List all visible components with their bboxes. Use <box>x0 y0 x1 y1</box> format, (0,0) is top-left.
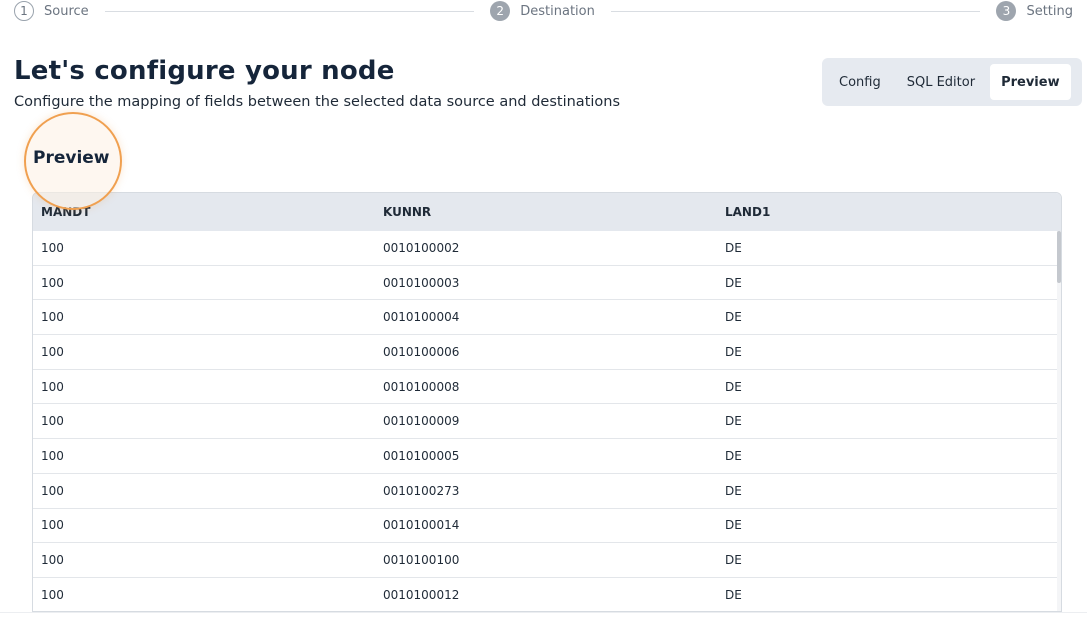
table-cell-kunnr: 0010100008 <box>383 379 460 394</box>
divider <box>0 612 1087 613</box>
table-body: 100 0010100002 DE 100 0010100003 DE 100 0010100… <box>33 231 1061 611</box>
table-row[interactable]: 100 0010100003 DE <box>33 266 1061 301</box>
view-tabs: Config SQL Editor Preview <box>822 58 1082 106</box>
scrollbar-thumb[interactable] <box>1057 231 1061 283</box>
table-cell-land1: DE <box>725 275 742 290</box>
step-destination[interactable]: 2 Destination <box>490 1 595 21</box>
table-row[interactable]: 100 0010100005 DE <box>33 439 1061 474</box>
step-connector <box>610 10 981 12</box>
preview-table: MANDT KUNNR LAND1 100 0010100002 DE 100 0010… <box>32 192 1062 612</box>
column-header-land1[interactable]: LAND1 <box>717 205 1061 219</box>
step-label-setting: Setting <box>1026 3 1074 19</box>
page-subtitle: Configure the mapping of fields between … <box>14 94 621 110</box>
table-cell-land1: DE <box>725 553 742 568</box>
step-setting[interactable]: 3 Setting <box>996 1 1073 21</box>
table-row[interactable]: 100 0010100002 DE <box>33 231 1061 266</box>
table-cell-mandt: 100 <box>41 379 64 394</box>
table-row[interactable]: 100 0010100009 DE <box>33 404 1061 440</box>
table-cell-mandt: 100 <box>41 448 64 463</box>
table-cell-mandt: 100 <box>41 310 64 325</box>
step-label-destination: Destination <box>520 3 595 19</box>
table-cell-kunnr: 0010100006 <box>383 344 460 359</box>
table-row[interactable]: 100 0010100273 DE <box>33 474 1061 509</box>
step-number-1: 1 <box>14 1 34 21</box>
table-cell-land1: DE <box>725 310 742 325</box>
table-row[interactable]: 100 0010100006 DE <box>33 335 1061 370</box>
table-cell-mandt: 100 <box>41 414 64 429</box>
section-title: Preview <box>33 148 110 168</box>
page-title: Let's configure your node <box>14 56 395 86</box>
table-row[interactable]: 100 0010100100 DE <box>33 543 1061 578</box>
table-cell-mandt: 100 <box>41 518 64 533</box>
step-number-2: 2 <box>490 1 511 21</box>
table-row[interactable]: 100 0010100014 DE <box>33 509 1061 544</box>
table-cell-land1: DE <box>725 240 742 255</box>
table-row[interactable]: 100 0010100008 DE <box>33 370 1061 405</box>
table-cell-mandt: 100 <box>41 275 64 290</box>
column-header-kunnr[interactable]: KUNNR <box>375 205 717 219</box>
table-cell-kunnr: 0010100003 <box>383 275 460 290</box>
scrollbar-track[interactable] <box>1057 231 1061 611</box>
tab-config[interactable]: Config <box>828 64 892 100</box>
table-cell-mandt: 100 <box>41 553 64 568</box>
table-cell-kunnr: 0010100002 <box>383 240 460 255</box>
table-cell-mandt: 100 <box>41 587 64 602</box>
table-cell-mandt: 100 <box>41 240 64 255</box>
step-label-source: Source <box>44 3 89 19</box>
table-cell-land1: DE <box>725 414 742 429</box>
tab-sql-editor[interactable]: SQL Editor <box>896 64 986 100</box>
table-row[interactable]: 100 0010100004 DE <box>33 300 1061 336</box>
table-cell-kunnr: 0010100009 <box>383 414 460 429</box>
table-cell-kunnr: 0010100004 <box>383 310 460 325</box>
table-cell-kunnr: 0010100273 <box>383 483 460 498</box>
table-cell-land1: DE <box>725 483 742 498</box>
table-cell-kunnr: 0010100005 <box>383 448 460 463</box>
table-cell-land1: DE <box>725 448 742 463</box>
step-source[interactable]: 1 Source <box>14 1 89 21</box>
step-connector <box>104 10 475 12</box>
table-cell-land1: DE <box>725 518 742 533</box>
table-row[interactable]: 100 0010100012 DE <box>33 578 1061 611</box>
tab-preview[interactable]: Preview <box>990 64 1071 100</box>
stepper: 1 Source 2 Destination 3 Setting <box>14 0 1073 22</box>
table-cell-kunnr: 0010100100 <box>383 553 460 568</box>
step-number-3: 3 <box>996 1 1017 21</box>
table-cell-land1: DE <box>725 587 742 602</box>
table-header: MANDT KUNNR LAND1 <box>33 193 1061 231</box>
table-cell-kunnr: 0010100014 <box>383 518 460 533</box>
table-cell-mandt: 100 <box>41 483 64 498</box>
column-header-mandt[interactable]: MANDT <box>33 205 375 219</box>
table-cell-land1: DE <box>725 379 742 394</box>
table-cell-land1: DE <box>725 344 742 359</box>
table-cell-mandt: 100 <box>41 344 64 359</box>
table-cell-kunnr: 0010100012 <box>383 587 460 602</box>
